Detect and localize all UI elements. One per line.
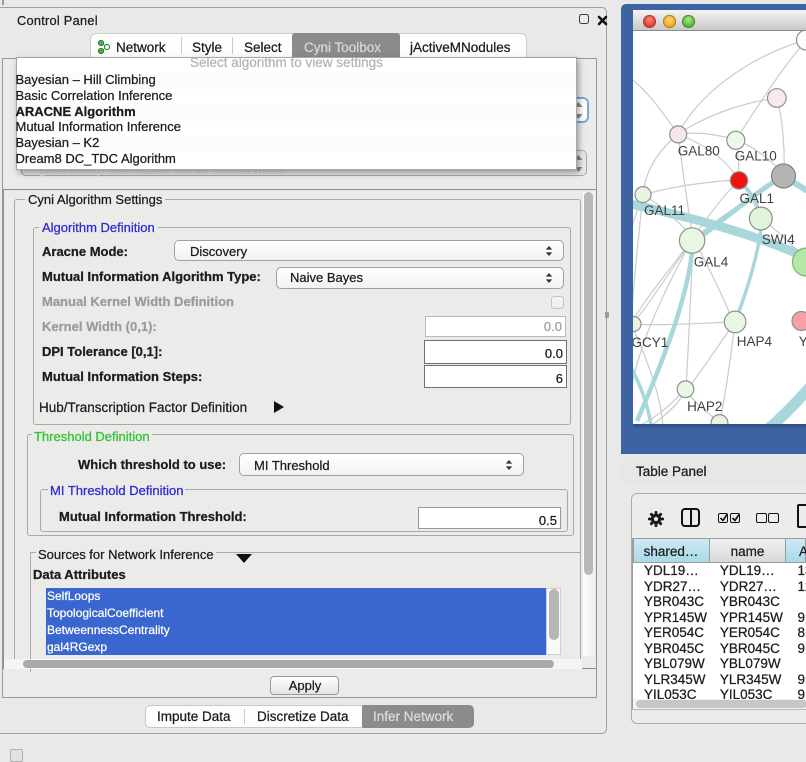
svg-text:GAL80: GAL80	[678, 144, 720, 159]
svg-text:GAL10: GAL10	[735, 149, 777, 164]
svg-text:GAL11: GAL11	[644, 203, 685, 218]
svg-text:SWI4: SWI4	[762, 232, 795, 247]
svg-text:Y: Y	[799, 334, 806, 349]
svg-text:HAP4: HAP4	[737, 334, 773, 349]
svg-text:GAL4: GAL4	[694, 254, 729, 269]
svg-text:HAP2: HAP2	[687, 399, 722, 414]
svg-text:GCY1: GCY1	[633, 335, 668, 350]
svg-text:GAL1: GAL1	[740, 191, 775, 206]
